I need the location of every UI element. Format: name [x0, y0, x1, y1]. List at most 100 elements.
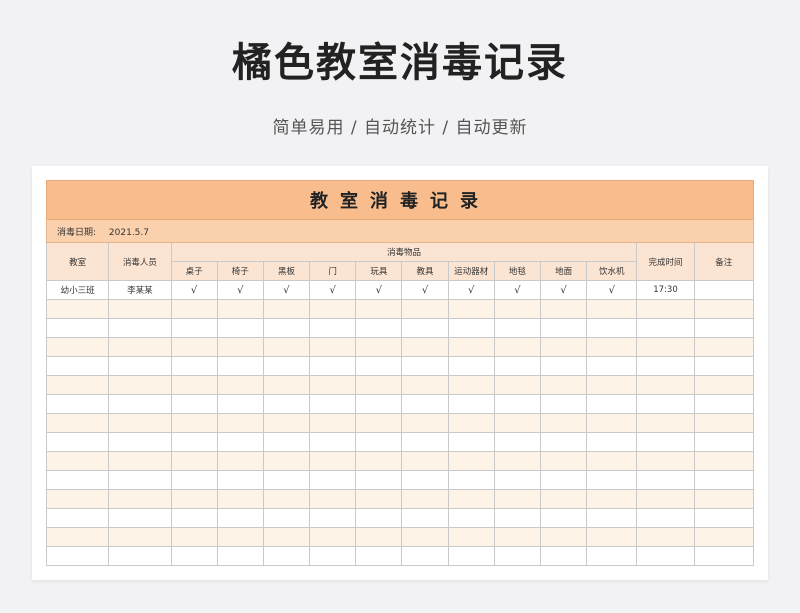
- empty-cell[interactable]: [45, 318, 110, 338]
- empty-cell[interactable]: [262, 489, 311, 509]
- empty-cell[interactable]: [216, 470, 264, 490]
- empty-cell[interactable]: [636, 375, 695, 395]
- empty-cell[interactable]: [108, 527, 172, 547]
- header-completed-time[interactable]: 完成时间: [636, 242, 695, 281]
- cell-check[interactable]: √: [216, 280, 264, 300]
- empty-cell[interactable]: [586, 413, 638, 433]
- empty-cell[interactable]: [493, 489, 542, 509]
- header-item[interactable]: 饮水机: [586, 261, 638, 281]
- empty-cell[interactable]: [45, 527, 110, 547]
- empty-cell[interactable]: [216, 394, 264, 414]
- empty-cell[interactable]: [493, 375, 542, 395]
- empty-cell[interactable]: [216, 546, 264, 566]
- empty-cell[interactable]: [262, 337, 311, 357]
- empty-cell[interactable]: [170, 451, 218, 471]
- empty-cell[interactable]: [636, 489, 695, 509]
- empty-cell[interactable]: [636, 508, 695, 528]
- empty-cell[interactable]: [262, 508, 311, 528]
- empty-cell[interactable]: [216, 527, 264, 547]
- header-item[interactable]: 黑板: [262, 261, 311, 281]
- empty-cell[interactable]: [636, 318, 695, 338]
- cell-check[interactable]: √: [539, 280, 588, 300]
- empty-cell[interactable]: [586, 356, 638, 376]
- empty-cell[interactable]: [493, 356, 542, 376]
- empty-cell[interactable]: [539, 318, 588, 338]
- empty-cell[interactable]: [636, 432, 695, 452]
- empty-cell[interactable]: [493, 470, 542, 490]
- cell-completed-time[interactable]: 17:30: [636, 280, 695, 300]
- empty-cell[interactable]: [539, 470, 588, 490]
- empty-cell[interactable]: [539, 413, 588, 433]
- empty-cell[interactable]: [45, 337, 110, 357]
- empty-cell[interactable]: [262, 375, 311, 395]
- empty-cell[interactable]: [493, 546, 542, 566]
- empty-cell[interactable]: [493, 508, 542, 528]
- empty-cell[interactable]: [586, 489, 638, 509]
- cell-check[interactable]: √: [447, 280, 495, 300]
- empty-cell[interactable]: [636, 413, 695, 433]
- empty-cell[interactable]: [447, 546, 495, 566]
- empty-cell[interactable]: [539, 527, 588, 547]
- empty-cell[interactable]: [170, 299, 218, 319]
- empty-cell[interactable]: [355, 413, 403, 433]
- empty-cell[interactable]: [636, 299, 695, 319]
- empty-cell[interactable]: [309, 451, 357, 471]
- empty-cell[interactable]: [493, 527, 542, 547]
- header-item[interactable]: 门: [309, 261, 357, 281]
- empty-cell[interactable]: [447, 413, 495, 433]
- header-item[interactable]: 桌子: [170, 261, 218, 281]
- empty-cell[interactable]: [170, 527, 218, 547]
- cell-check[interactable]: √: [262, 280, 311, 300]
- empty-cell[interactable]: [693, 394, 755, 414]
- empty-cell[interactable]: [636, 394, 695, 414]
- empty-cell[interactable]: [309, 356, 357, 376]
- empty-cell[interactable]: [586, 394, 638, 414]
- empty-cell[interactable]: [216, 356, 264, 376]
- empty-cell[interactable]: [216, 451, 264, 471]
- empty-cell[interactable]: [539, 337, 588, 357]
- empty-cell[interactable]: [262, 318, 311, 338]
- cell-check[interactable]: √: [355, 280, 403, 300]
- empty-cell[interactable]: [108, 394, 172, 414]
- cell-classroom[interactable]: 幼小三班: [45, 280, 110, 300]
- cell-check[interactable]: √: [586, 280, 638, 300]
- empty-cell[interactable]: [108, 451, 172, 471]
- empty-cell[interactable]: [586, 470, 638, 490]
- empty-cell[interactable]: [493, 299, 542, 319]
- empty-cell[interactable]: [539, 356, 588, 376]
- empty-cell[interactable]: [586, 432, 638, 452]
- header-item[interactable]: 玩具: [355, 261, 403, 281]
- empty-cell[interactable]: [262, 299, 311, 319]
- empty-cell[interactable]: [216, 337, 264, 357]
- header-items-group[interactable]: 消毒物品: [170, 242, 638, 262]
- cell-check[interactable]: √: [401, 280, 449, 300]
- empty-cell[interactable]: [262, 546, 311, 566]
- empty-cell[interactable]: [539, 394, 588, 414]
- header-classroom[interactable]: 教室: [45, 242, 110, 281]
- empty-cell[interactable]: [636, 546, 695, 566]
- empty-cell[interactable]: [586, 375, 638, 395]
- empty-cell[interactable]: [401, 508, 449, 528]
- empty-cell[interactable]: [586, 318, 638, 338]
- empty-cell[interactable]: [636, 470, 695, 490]
- empty-cell[interactable]: [355, 299, 403, 319]
- empty-cell[interactable]: [493, 432, 542, 452]
- empty-cell[interactable]: [108, 432, 172, 452]
- empty-cell[interactable]: [401, 489, 449, 509]
- empty-cell[interactable]: [636, 337, 695, 357]
- empty-cell[interactable]: [170, 318, 218, 338]
- empty-cell[interactable]: [586, 546, 638, 566]
- empty-cell[interactable]: [309, 489, 357, 509]
- empty-cell[interactable]: [45, 394, 110, 414]
- empty-cell[interactable]: [693, 470, 755, 490]
- empty-cell[interactable]: [447, 299, 495, 319]
- empty-cell[interactable]: [262, 413, 311, 433]
- empty-cell[interactable]: [309, 394, 357, 414]
- empty-cell[interactable]: [309, 508, 357, 528]
- empty-cell[interactable]: [309, 299, 357, 319]
- empty-cell[interactable]: [108, 299, 172, 319]
- empty-cell[interactable]: [447, 508, 495, 528]
- empty-cell[interactable]: [355, 375, 403, 395]
- empty-cell[interactable]: [693, 432, 755, 452]
- empty-cell[interactable]: [693, 451, 755, 471]
